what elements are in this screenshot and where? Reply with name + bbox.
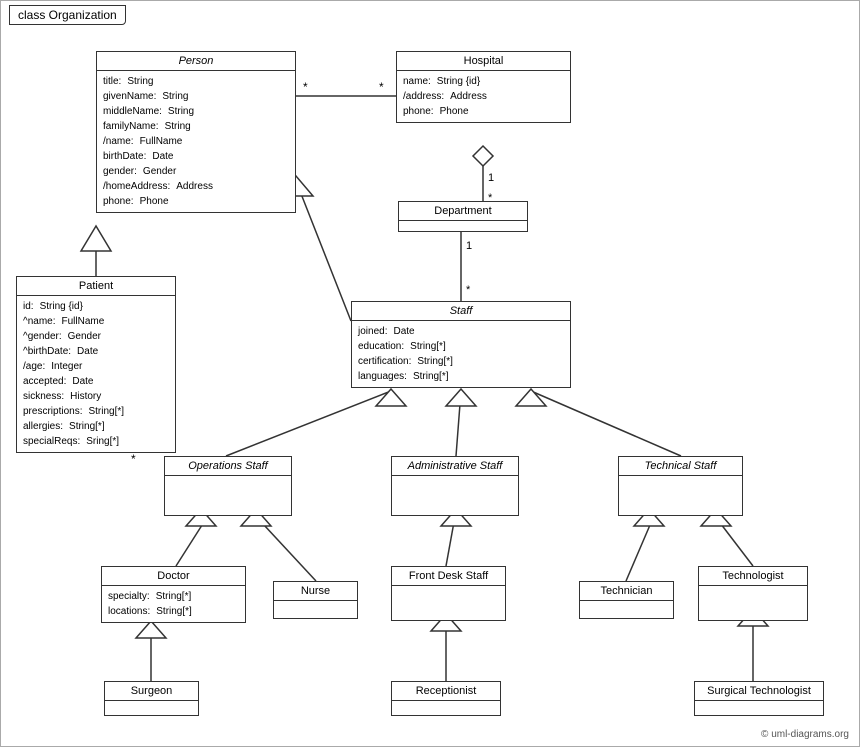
- class-doctor-attrs: specialty:String[*] locations:String[*]: [102, 586, 245, 622]
- class-doctor-name: Doctor: [102, 567, 245, 586]
- class-patient-name: Patient: [17, 277, 175, 296]
- svg-text:1: 1: [488, 172, 494, 184]
- class-administrative-staff-attrs: [392, 476, 518, 484]
- diagram-container: class Organization * * 1 * 1 * *: [0, 0, 860, 747]
- class-technologist-attrs: [699, 586, 807, 594]
- class-surgical-technologist-attrs: [695, 701, 823, 707]
- class-nurse-name: Nurse: [274, 582, 357, 601]
- svg-text:*: *: [131, 452, 136, 466]
- class-operations-staff-name: Operations Staff: [165, 457, 291, 476]
- class-hospital: Hospital name:String {id} /address:Addre…: [396, 51, 571, 123]
- class-surgeon-name: Surgeon: [105, 682, 198, 701]
- class-hospital-attrs: name:String {id} /address:Address phone:…: [397, 71, 570, 122]
- class-technician: Technician: [579, 581, 674, 619]
- class-technician-attrs: [580, 601, 673, 609]
- class-receptionist-name: Receptionist: [392, 682, 500, 701]
- class-front-desk-staff-attrs: [392, 586, 505, 594]
- class-patient: Patient id:String {id} ^name:FullName ^g…: [16, 276, 176, 453]
- class-front-desk-staff-name: Front Desk Staff: [392, 567, 505, 586]
- class-patient-attrs: id:String {id} ^name:FullName ^gender:Ge…: [17, 296, 175, 452]
- class-staff-attrs: joined:Date education:String[*] certific…: [352, 321, 570, 387]
- class-technical-staff: Technical Staff: [618, 456, 743, 516]
- class-surgical-technologist-name: Surgical Technologist: [695, 682, 823, 701]
- class-receptionist: Receptionist: [391, 681, 501, 716]
- class-doctor: Doctor specialty:String[*] locations:Str…: [101, 566, 246, 623]
- svg-text:*: *: [466, 284, 471, 296]
- class-surgeon: Surgeon: [104, 681, 199, 716]
- diagram-title: class Organization: [9, 5, 126, 25]
- class-technical-staff-name: Technical Staff: [619, 457, 742, 476]
- class-technical-staff-attrs: [619, 476, 742, 484]
- class-department-attrs: [399, 221, 527, 231]
- class-surgeon-attrs: [105, 701, 198, 707]
- class-administrative-staff: Administrative Staff: [391, 456, 519, 516]
- copyright: © uml-diagrams.org: [761, 729, 849, 740]
- class-technologist-name: Technologist: [699, 567, 807, 586]
- class-department-name: Department: [399, 202, 527, 221]
- svg-text:1: 1: [466, 240, 472, 252]
- class-receptionist-attrs: [392, 701, 500, 707]
- class-person-attrs: title:String givenName:String middleName…: [97, 71, 295, 212]
- class-technologist: Technologist: [698, 566, 808, 621]
- class-hospital-name: Hospital: [397, 52, 570, 71]
- class-nurse-attrs: [274, 601, 357, 609]
- svg-text:*: *: [379, 80, 384, 94]
- class-staff-name: Staff: [352, 302, 570, 321]
- class-technician-name: Technician: [580, 582, 673, 601]
- class-nurse: Nurse: [273, 581, 358, 619]
- class-person-name: Person: [97, 52, 295, 71]
- class-operations-staff: Operations Staff: [164, 456, 292, 516]
- class-operations-staff-attrs: [165, 476, 291, 484]
- class-person: Person title:String givenName:String mid…: [96, 51, 296, 213]
- class-administrative-staff-name: Administrative Staff: [392, 457, 518, 476]
- class-department: Department: [398, 201, 528, 232]
- svg-text:*: *: [303, 80, 308, 94]
- class-staff: Staff joined:Date education:String[*] ce…: [351, 301, 571, 388]
- class-surgical-technologist: Surgical Technologist: [694, 681, 824, 716]
- class-front-desk-staff: Front Desk Staff: [391, 566, 506, 621]
